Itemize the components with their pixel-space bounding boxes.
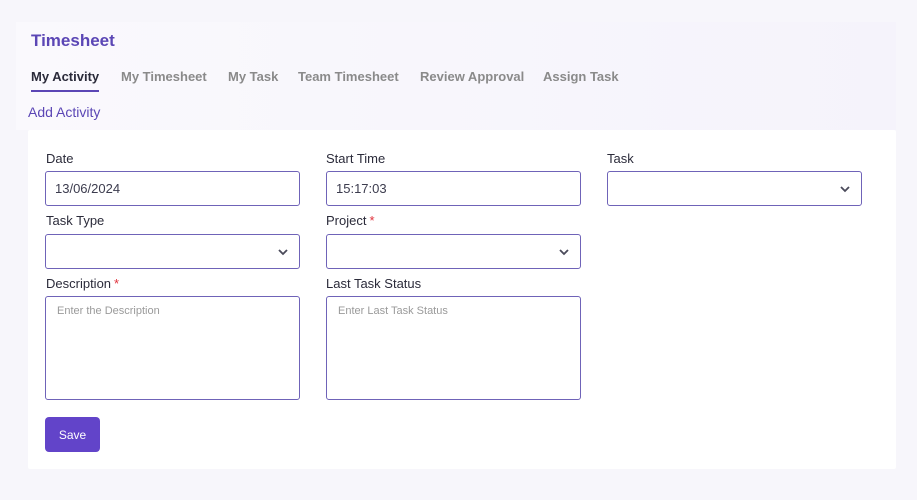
- chevron-down-icon: [278, 249, 288, 256]
- last-task-status-placeholder: Enter Last Task Status: [338, 305, 448, 317]
- task-label: Task: [607, 151, 634, 166]
- required-asterisk: *: [114, 276, 120, 291]
- chevron-down-icon: [559, 249, 569, 256]
- tab-assign-task[interactable]: Assign Task: [543, 69, 619, 92]
- save-button[interactable]: Save: [45, 417, 100, 452]
- task-type-label: Task Type: [46, 213, 105, 228]
- project-label-text: Project: [326, 213, 367, 228]
- description-label: Description *: [46, 276, 119, 291]
- task-type-select[interactable]: [45, 234, 300, 269]
- tab-my-timesheet[interactable]: My Timesheet: [121, 69, 207, 92]
- project-select[interactable]: [326, 234, 581, 269]
- project-label: Project *: [326, 213, 375, 228]
- date-input[interactable]: 13/06/2024: [45, 171, 300, 206]
- date-label: Date: [46, 151, 74, 166]
- tab-my-task[interactable]: My Task: [228, 69, 278, 92]
- last-task-status-textarea[interactable]: Enter Last Task Status: [326, 296, 581, 400]
- start-time-value: 15:17:03: [336, 181, 387, 196]
- start-time-label: Start Time: [326, 151, 386, 166]
- add-activity-link[interactable]: Add Activity: [28, 104, 100, 120]
- chevron-down-icon: [840, 186, 850, 193]
- task-select[interactable]: [607, 171, 862, 206]
- tab-team-timesheet[interactable]: Team Timesheet: [298, 69, 399, 92]
- start-time-input[interactable]: 15:17:03: [326, 171, 581, 206]
- last-task-status-label: Last Task Status: [326, 276, 422, 291]
- description-placeholder: Enter the Description: [57, 305, 160, 317]
- description-label-text: Description: [46, 276, 112, 291]
- date-value: 13/06/2024: [55, 181, 121, 196]
- required-asterisk: *: [369, 213, 375, 228]
- tab-my-activity[interactable]: My Activity: [31, 69, 100, 92]
- page-title: Timesheet: [31, 31, 115, 50]
- tab-review-approval[interactable]: Review Approval: [420, 69, 524, 92]
- description-textarea[interactable]: Enter the Description: [45, 296, 300, 400]
